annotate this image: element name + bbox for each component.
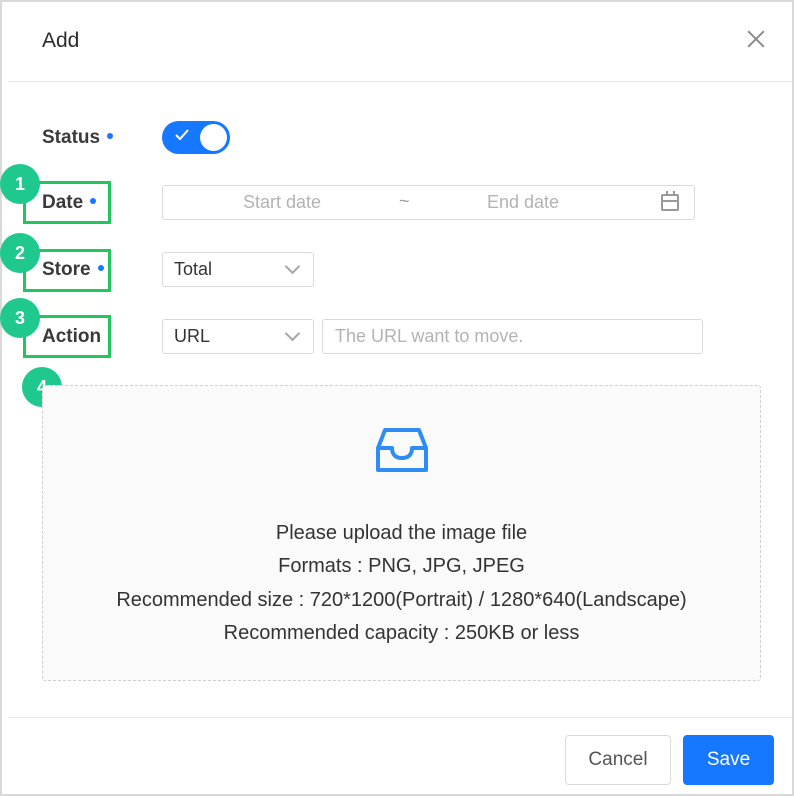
- status-label: Status: [42, 127, 114, 149]
- toggle-knob: [200, 124, 227, 151]
- required-dot: [107, 132, 114, 139]
- close-icon[interactable]: [745, 28, 767, 50]
- chevron-down-icon: [284, 325, 301, 342]
- status-label-text: Status: [42, 127, 101, 148]
- store-label-text: Store: [42, 259, 91, 280]
- date-label: Date: [42, 192, 97, 214]
- modal-title: Add: [42, 29, 80, 52]
- date-range-picker[interactable]: Start date ~ End date: [162, 185, 695, 220]
- action-select[interactable]: URL: [162, 319, 314, 354]
- upload-instruction: Please upload the image file: [275, 522, 528, 544]
- chevron-down-icon: [284, 258, 301, 275]
- upload-formats: Formats : PNG, JPG, JPEG: [278, 555, 525, 577]
- image-upload-dropzone[interactable]: Please upload the image file Formats : P…: [42, 385, 761, 681]
- upload-recommended-capacity: Recommended capacity : 250KB or less: [223, 622, 580, 644]
- calendar-icon: [661, 191, 679, 211]
- date-separator: ~: [399, 191, 410, 211]
- modal-footer: Cancel Save: [8, 717, 792, 796]
- store-select-value: Total: [174, 259, 213, 279]
- required-dot: [90, 197, 97, 204]
- end-date-input[interactable]: End date: [487, 192, 559, 213]
- step-badge-1: 1: [0, 164, 40, 204]
- store-label: Store: [42, 259, 104, 281]
- date-label-text: Date: [42, 192, 84, 213]
- inbox-icon: [376, 428, 428, 472]
- cancel-button[interactable]: Cancel: [565, 735, 671, 785]
- action-label-text: Action: [42, 326, 102, 347]
- required-dot: [97, 264, 104, 271]
- url-input-placeholder: The URL want to move.: [335, 326, 524, 346]
- status-toggle[interactable]: [162, 121, 230, 154]
- step-badge-2: 2: [0, 233, 40, 273]
- save-button[interactable]: Save: [683, 735, 774, 785]
- step-badge-3: 3: [0, 298, 40, 338]
- upload-recommended-size: Recommended size : 720*1200(Portrait) / …: [116, 589, 687, 611]
- url-input[interactable]: The URL want to move.: [322, 319, 703, 354]
- action-label: Action: [42, 326, 101, 348]
- action-select-value: URL: [174, 326, 211, 346]
- modal-header: Add: [8, 0, 792, 82]
- check-icon: [175, 129, 189, 141]
- start-date-input[interactable]: Start date: [243, 192, 321, 213]
- store-select[interactable]: Total: [162, 252, 314, 287]
